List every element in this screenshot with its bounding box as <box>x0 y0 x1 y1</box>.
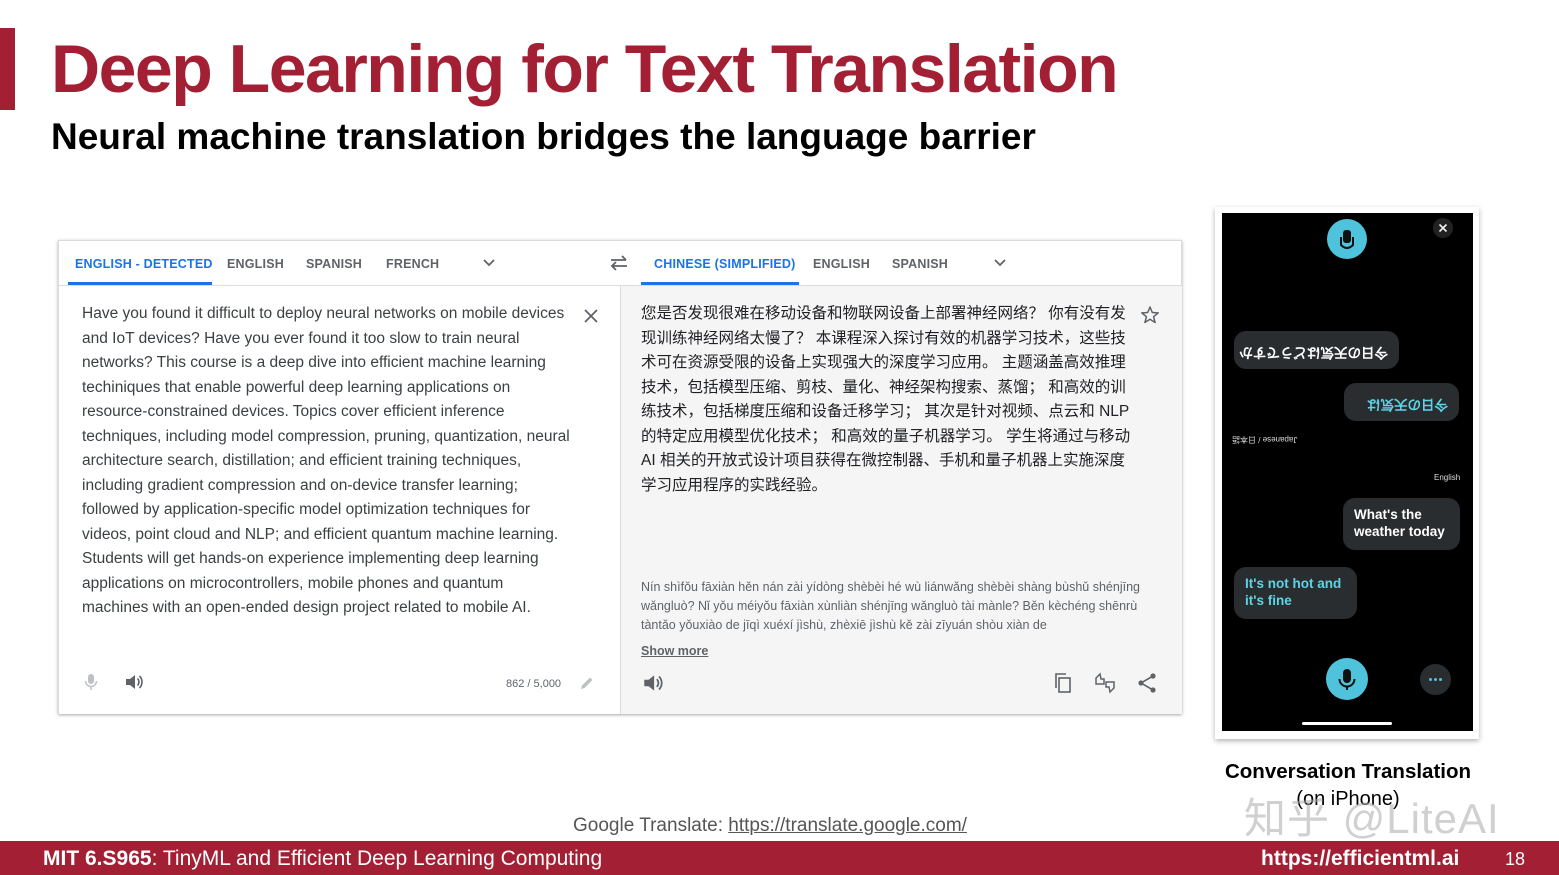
feedback-icon[interactable] <box>1093 672 1117 694</box>
footer-url[interactable]: https://efficientml.ai <box>1261 847 1459 871</box>
watermark: 知乎 @LiteAI <box>1244 795 1500 842</box>
pinyin-romanization: Nín shìfǒu fāxiàn hěn nán zài yídòng shè… <box>641 580 1140 632</box>
footer-course-name: : TinyML and Efficient Deep Learning Com… <box>151 847 603 870</box>
title-accent-bar <box>0 28 15 110</box>
mic-icon[interactable] <box>1326 658 1368 700</box>
translated-text: 您是否发现很难在移动设备和物联网设备上部署神经网络？ 你有没有发现训练神经网络太… <box>641 305 1131 494</box>
speaker-icon[interactable] <box>641 672 665 694</box>
star-icon[interactable] <box>1139 304 1161 326</box>
more-options-icon[interactable] <box>1420 664 1451 695</box>
source-tab-underline <box>68 282 212 285</box>
mic-icon[interactable] <box>83 672 99 692</box>
source-text-input[interactable]: Have you found it difficult to deploy ne… <box>82 302 572 621</box>
slide-subtitle: Neural machine translation bridges the l… <box>51 116 1036 157</box>
bubble-english-question: What's the weather today <box>1343 498 1460 550</box>
hand-icon[interactable] <box>1327 219 1367 259</box>
chevron-down-icon[interactable] <box>479 253 499 273</box>
pencil-icon[interactable] <box>579 675 595 691</box>
target-tab-underline <box>641 282 799 285</box>
bubble-english-answer: It's not hot and it's fine <box>1234 567 1357 619</box>
tab-english-detected[interactable]: ENGLISH - DETECTED <box>75 257 213 271</box>
source-credit-label: Google Translate: <box>573 815 729 836</box>
swap-icon[interactable] <box>607 253 631 273</box>
phone-screenshot: 今日の天気はどうですか 今日の天気は Japanese / 日本語 Englis… <box>1215 207 1479 739</box>
tab-source-english[interactable]: ENGLISH <box>227 257 284 271</box>
phone-screen: 今日の天気はどうですか 今日の天気は Japanese / 日本語 Englis… <box>1222 213 1473 731</box>
tab-source-french[interactable]: FRENCH <box>386 257 439 271</box>
tab-target-spanish[interactable]: SPANISH <box>892 257 948 271</box>
home-indicator <box>1302 722 1392 725</box>
chevron-down-icon[interactable] <box>990 253 1010 273</box>
show-more-link[interactable]: Show more <box>641 644 708 658</box>
phone-caption: Conversation Translation <box>1224 760 1472 783</box>
character-count: 862 / 5,000 <box>506 678 562 690</box>
label-japanese-flipped: Japanese / 日本語 <box>1232 435 1298 444</box>
language-tab-bar: ENGLISH - DETECTED ENGLISH SPANISH FRENC… <box>59 241 1181 286</box>
footer-bar: MIT 6.S965: TinyML and Efficient Deep Le… <box>0 841 1559 875</box>
page-number: 18 <box>1505 849 1526 869</box>
close-icon[interactable] <box>581 306 601 326</box>
bubble-japanese-flipped: 今日の天気はどうですか <box>1234 331 1399 369</box>
source-credit: Google Translate: https://translate.goog… <box>573 815 967 837</box>
close-icon[interactable] <box>1433 218 1453 238</box>
footer-course-code: MIT 6.S965 <box>43 847 152 870</box>
bubble-japanese-reply-flipped: 今日の天気は <box>1344 383 1459 421</box>
source-credit-link[interactable]: https://translate.google.com/ <box>728 815 967 836</box>
translate-panel: ENGLISH - DETECTED ENGLISH SPANISH FRENC… <box>58 240 1182 714</box>
footer-course: MIT 6.S965: TinyML and Efficient Deep Le… <box>43 847 602 871</box>
share-icon[interactable] <box>1135 672 1159 694</box>
target-pane: 您是否发现很难在移动设备和物联网设备上部署神经网络？ 你有没有发现训练神经网络太… <box>620 286 1182 714</box>
slide-title: Deep Learning for Text Translation <box>51 31 1119 107</box>
speaker-icon[interactable] <box>123 672 145 692</box>
tab-target-english[interactable]: ENGLISH <box>813 257 870 271</box>
tab-source-spanish[interactable]: SPANISH <box>306 257 362 271</box>
tab-chinese-simplified[interactable]: CHINESE (SIMPLIFIED) <box>654 257 796 271</box>
label-english: English <box>1434 473 1461 482</box>
copy-icon[interactable] <box>1051 672 1075 694</box>
source-pane: Have you found it difficult to deploy ne… <box>59 286 620 714</box>
